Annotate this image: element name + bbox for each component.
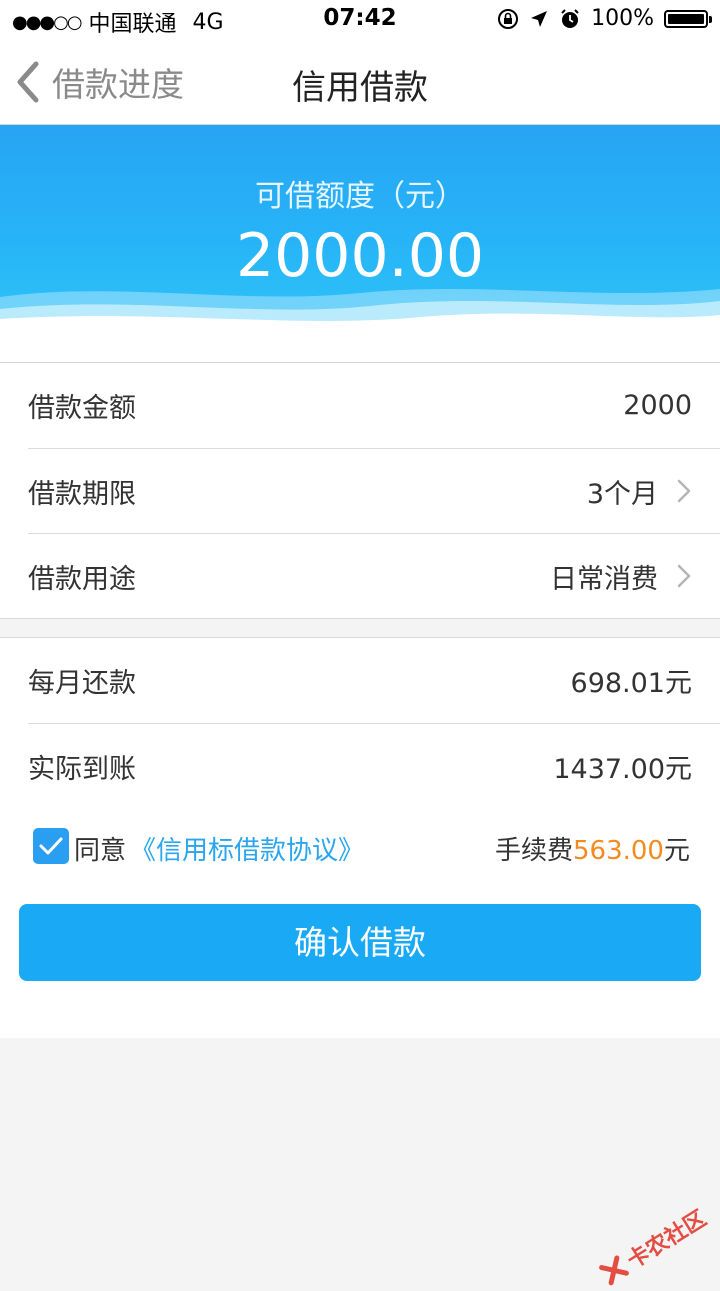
repayment-summary-list: 每月还款 698.01元 实际到账 1437.00元 <box>0 637 720 809</box>
fee-label: 手续费 <box>494 836 573 866</box>
loan-amount-value: 2000 <box>623 390 692 421</box>
loan-amount-label: 借款金额 <box>28 393 136 424</box>
confirm-loan-button[interactable]: 确认借款 <box>19 904 701 981</box>
fee-info: 手续费563.00元 <box>495 830 690 867</box>
checkmark-icon <box>39 837 63 855</box>
agreement-checkbox[interactable] <box>33 828 69 864</box>
navigation-bar: 借款进度 信用借款 <box>0 40 720 125</box>
actual-received-label: 实际到账 <box>28 753 136 785</box>
actual-received-value: 1437.00元 <box>553 753 692 785</box>
loan-amount-row[interactable]: 借款金额 2000 <box>28 363 720 448</box>
agreement-section: 同意 《信用标借款协议》 手续费563.00元 确认借款 <box>0 808 720 1038</box>
location-arrow-icon <box>531 10 548 27</box>
banner-spacer <box>0 335 720 362</box>
credit-limit-banner: 可借额度（元） 2000.00 <box>0 125 720 335</box>
loan-term-value: 3个月 <box>586 478 658 510</box>
monthly-repayment-value: 698.01元 <box>570 668 692 699</box>
monthly-repayment-label: 每月还款 <box>28 668 136 699</box>
battery-icon <box>664 9 712 28</box>
wave-decoration <box>0 289 720 335</box>
alarm-icon <box>561 8 579 28</box>
rotation-lock-icon <box>498 8 519 29</box>
status-bar: ●●●○○ 中国联通 4G 07:42 100% <box>0 0 720 40</box>
agree-label: 同意 <box>74 836 127 866</box>
chevron-right-icon <box>677 564 691 588</box>
agreement-link[interactable]: 《信用标借款协议》 <box>130 830 364 867</box>
loan-term-row[interactable]: 借款期限 3个月 <box>28 448 720 533</box>
status-right: 100% <box>497 6 712 31</box>
credit-limit-caption: 可借额度（元） <box>255 179 465 214</box>
loan-purpose-label: 借款用途 <box>28 563 136 595</box>
chevron-right-icon <box>677 479 691 503</box>
watermark-logo: 卡农社区 <box>594 1201 711 1291</box>
loan-purpose-value: 日常消费 <box>550 563 658 595</box>
page-title: 信用借款 <box>292 68 428 108</box>
fee-value: 563.00 <box>573 836 664 866</box>
monthly-repayment-row: 每月还款 698.01元 <box>28 638 720 723</box>
loan-purpose-row[interactable]: 借款用途 日常消费 <box>28 533 720 618</box>
loan-term-label: 借款期限 <box>28 478 136 510</box>
battery-percent: 100% <box>591 6 654 31</box>
watermark-text: 卡农社区 <box>623 1206 711 1275</box>
actual-received-row: 实际到账 1437.00元 <box>28 723 720 808</box>
loan-settings-list: 借款金额 2000 借款期限 3个月 借款用途 日常消费 <box>0 362 720 619</box>
fee-unit: 元 <box>663 836 690 866</box>
